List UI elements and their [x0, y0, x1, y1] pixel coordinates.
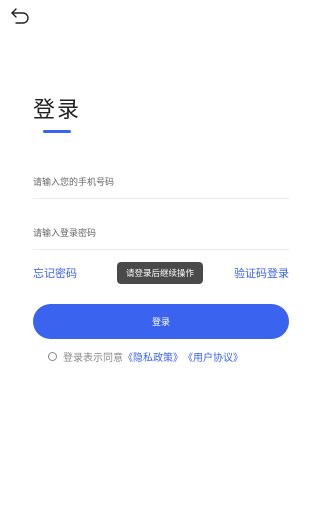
back-button[interactable] [8, 4, 34, 28]
phone-input[interactable] [33, 168, 289, 199]
password-input[interactable] [33, 219, 289, 250]
login-button[interactable]: 登录 [33, 304, 289, 339]
back-arrow-icon [11, 8, 29, 24]
forgot-password-link[interactable]: 忘记密码 [33, 265, 77, 281]
page-title: 登录 [33, 98, 82, 123]
agreement-row: 登录表示同意 《隐私政策》 《用户协议》 [48, 349, 243, 364]
agreement-radio[interactable] [48, 352, 57, 361]
privacy-policy-link[interactable]: 《隐私政策》 [123, 349, 183, 364]
code-login-link[interactable]: 验证码登录 [234, 265, 289, 281]
user-agreement-link[interactable]: 《用户协议》 [183, 349, 243, 364]
toast-message: 请登录后继续操作 [117, 262, 203, 284]
agreement-prefix: 登录表示同意 [63, 353, 123, 364]
title-underline [43, 130, 71, 133]
